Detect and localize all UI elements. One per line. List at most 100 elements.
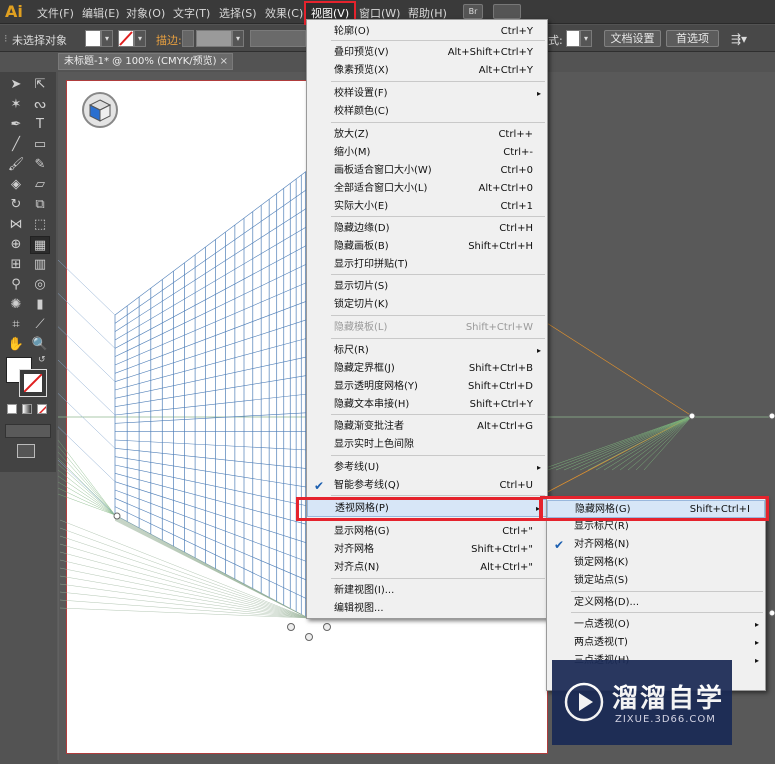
view-menu-item[interactable]: 对齐点(N) Alt+Ctrl+": [307, 559, 547, 577]
view-menu-item-shortcut: Ctrl+0: [500, 165, 533, 176]
view-menu-item[interactable]: 锁定切片(K): [307, 296, 547, 314]
view-menu-item-shortcut: Shift+Ctrl+W: [465, 322, 533, 333]
view-menu-item[interactable]: 隐藏画板(B) Shift+Ctrl+H: [307, 238, 547, 256]
view-menu-item-label: 放大(Z): [334, 129, 369, 140]
view-menu-item-label: 轮廓(O): [334, 26, 370, 37]
view-menu-item-label: 隐藏边缘(D): [334, 223, 390, 234]
menu-separator: [331, 578, 545, 579]
view-menu-item-shortcut: Ctrl+-: [503, 147, 533, 158]
view-menu-item-label: 校样设置(F): [334, 88, 388, 99]
view-menu-item-shortcut: Ctrl++: [498, 129, 533, 140]
view-menu-item-label: 标尺(R): [334, 345, 369, 356]
menu-separator: [331, 338, 545, 339]
checkmark-icon: ✔: [314, 479, 325, 493]
watermark: 溜溜自学 ZIXUE.3D66.COM: [552, 660, 732, 745]
chevron-right-icon: ▸: [536, 346, 541, 355]
view-menu-item-shortcut: Ctrl+": [502, 526, 533, 537]
view-menu-item[interactable]: 智能参考线(Q) Ctrl+U ✔: [307, 477, 547, 495]
view-menu-item-label: 隐藏定界框(J): [334, 363, 395, 374]
perspective-submenu-item[interactable]: 两点透视(T) ▸: [547, 634, 765, 652]
view-menu-item-label: 显示实时上色间隙: [334, 439, 414, 450]
view-menu-item[interactable]: 显示实时上色间隙: [307, 436, 547, 454]
view-menu-item[interactable]: 轮廓(O) Ctrl+Y: [307, 23, 547, 41]
view-menu-item[interactable]: 校样设置(F) ▸: [307, 85, 547, 103]
view-menu-item-label: 隐藏渐变批注者: [334, 421, 404, 432]
view-menu-item-shortcut: Ctrl+U: [499, 480, 534, 491]
perspective-submenu-item-label: 定义网格(D)...: [574, 597, 640, 608]
view-menu-item-shortcut: Shift+Ctrl+": [471, 544, 533, 555]
view-menu-item-shortcut: Alt+Ctrl+G: [477, 421, 533, 432]
view-menu-item[interactable]: 隐藏边缘(D) Ctrl+H: [307, 220, 547, 238]
view-menu-item-shortcut: Shift+Ctrl+H: [468, 241, 533, 252]
menu-separator: [331, 274, 545, 275]
view-menu-item[interactable]: 校样颜色(C): [307, 103, 547, 121]
menu-separator: [331, 495, 545, 496]
view-menu-item-shortcut: Alt+Ctrl+Y: [478, 65, 533, 76]
view-menu-item-shortcut: Shift+Ctrl+B: [468, 363, 533, 374]
highlight-hide-grid: [540, 496, 769, 521]
view-menu-item-shortcut: Alt+Ctrl+": [480, 562, 533, 573]
menu-separator: [331, 455, 545, 456]
view-menu-item[interactable]: 新建视图(I)...: [307, 582, 547, 600]
view-menu-item-label: 全部适合窗口大小(L): [334, 183, 428, 194]
view-menu-item-label: 缩小(M): [334, 147, 371, 158]
view-menu-item[interactable]: 全部适合窗口大小(L) Alt+Ctrl+0: [307, 180, 547, 198]
perspective-submenu-item[interactable]: 定义网格(D)...: [547, 594, 765, 612]
view-menu-item[interactable]: 像素预览(X) Alt+Ctrl+Y: [307, 62, 547, 80]
perspective-submenu-item[interactable]: 对齐网格(N) ✔: [547, 536, 765, 554]
view-menu-item[interactable]: 画板适合窗口大小(W) Ctrl+0: [307, 162, 547, 180]
view-menu-item[interactable]: 显示切片(S): [307, 278, 547, 296]
menu-separator: [331, 216, 545, 217]
view-menu-item[interactable]: 标尺(R) ▸: [307, 342, 547, 360]
view-menu-item[interactable]: 显示透明度网格(Y) Shift+Ctrl+D: [307, 378, 547, 396]
view-menu-item-shortcut: Shift+Ctrl+Y: [469, 399, 533, 410]
view-menu-item[interactable]: 隐藏模板(L) Shift+Ctrl+W: [307, 319, 547, 337]
view-menu-item-label: 隐藏文本串接(H): [334, 399, 410, 410]
plane-switching-widget-icon[interactable]: [82, 92, 118, 128]
view-menu-item-label: 实际大小(E): [334, 201, 389, 212]
perspective-submenu-item-label: 显示标尺(R): [574, 521, 629, 532]
menu-separator: [571, 591, 763, 592]
view-menu-item-label: 对齐网格: [334, 544, 374, 555]
view-menu-item-label: 编辑视图...: [334, 603, 384, 614]
view-menu-item-label: 智能参考线(Q): [334, 480, 400, 491]
view-menu-item-label: 锁定切片(K): [334, 299, 389, 310]
view-menu-item-label: 显示打印拼贴(T): [334, 259, 408, 270]
perspective-submenu-item-label: 两点透视(T): [574, 637, 628, 648]
perspective-submenu-item[interactable]: 一点透视(O) ▸: [547, 616, 765, 634]
menu-separator: [331, 122, 545, 123]
chevron-right-icon: ▸: [754, 656, 759, 665]
menu-separator: [331, 315, 545, 316]
perspective-submenu-item[interactable]: 锁定网格(K): [547, 554, 765, 572]
view-menu-item[interactable]: 隐藏文本串接(H) Shift+Ctrl+Y: [307, 396, 547, 414]
view-menu-item-shortcut: Alt+Shift+Ctrl+Y: [447, 47, 533, 58]
view-menu-item[interactable]: 隐藏渐变批注者 Alt+Ctrl+G: [307, 418, 547, 436]
view-menu-item-label: 对齐点(N): [334, 562, 380, 573]
view-menu-item[interactable]: 实际大小(E) Ctrl+1: [307, 198, 547, 216]
menu-separator: [331, 414, 545, 415]
perspective-submenu-item-label: 锁定站点(S): [574, 575, 629, 586]
view-menu-item-label: 显示透明度网格(Y): [334, 381, 418, 392]
chevron-right-icon: ▸: [536, 463, 541, 472]
view-menu-item[interactable]: 放大(Z) Ctrl++: [307, 126, 547, 144]
view-menu-item[interactable]: 参考线(U) ▸: [307, 459, 547, 477]
view-menu-item-label: 显示切片(S): [334, 281, 389, 292]
view-menu-item-label: 参考线(U): [334, 462, 380, 473]
view-menu-item[interactable]: 显示打印拼贴(T): [307, 256, 547, 274]
view-menu-item-shortcut: Alt+Ctrl+0: [478, 183, 533, 194]
view-menu-item-label: 校样颜色(C): [334, 106, 389, 117]
view-menu-item-shortcut: Ctrl+1: [500, 201, 533, 212]
perspective-submenu-item[interactable]: 锁定站点(S): [547, 572, 765, 590]
view-menu-item[interactable]: 隐藏定界框(J) Shift+Ctrl+B: [307, 360, 547, 378]
watermark-logo-icon: [564, 682, 604, 722]
view-menu-item[interactable]: 对齐网格 Shift+Ctrl+": [307, 541, 547, 559]
view-menu-item-shortcut: Ctrl+H: [499, 223, 533, 234]
chevron-right-icon: ▸: [754, 638, 759, 647]
perspective-submenu-item-label: 锁定网格(K): [574, 557, 629, 568]
view-menu-item[interactable]: 显示网格(G) Ctrl+": [307, 523, 547, 541]
menu-separator: [331, 81, 545, 82]
view-menu-item[interactable]: 缩小(M) Ctrl+-: [307, 144, 547, 162]
view-menu-item-shortcut: Shift+Ctrl+D: [468, 381, 533, 392]
view-menu-item[interactable]: 叠印预览(V) Alt+Shift+Ctrl+Y: [307, 44, 547, 62]
view-menu-item[interactable]: 编辑视图...: [307, 600, 547, 618]
